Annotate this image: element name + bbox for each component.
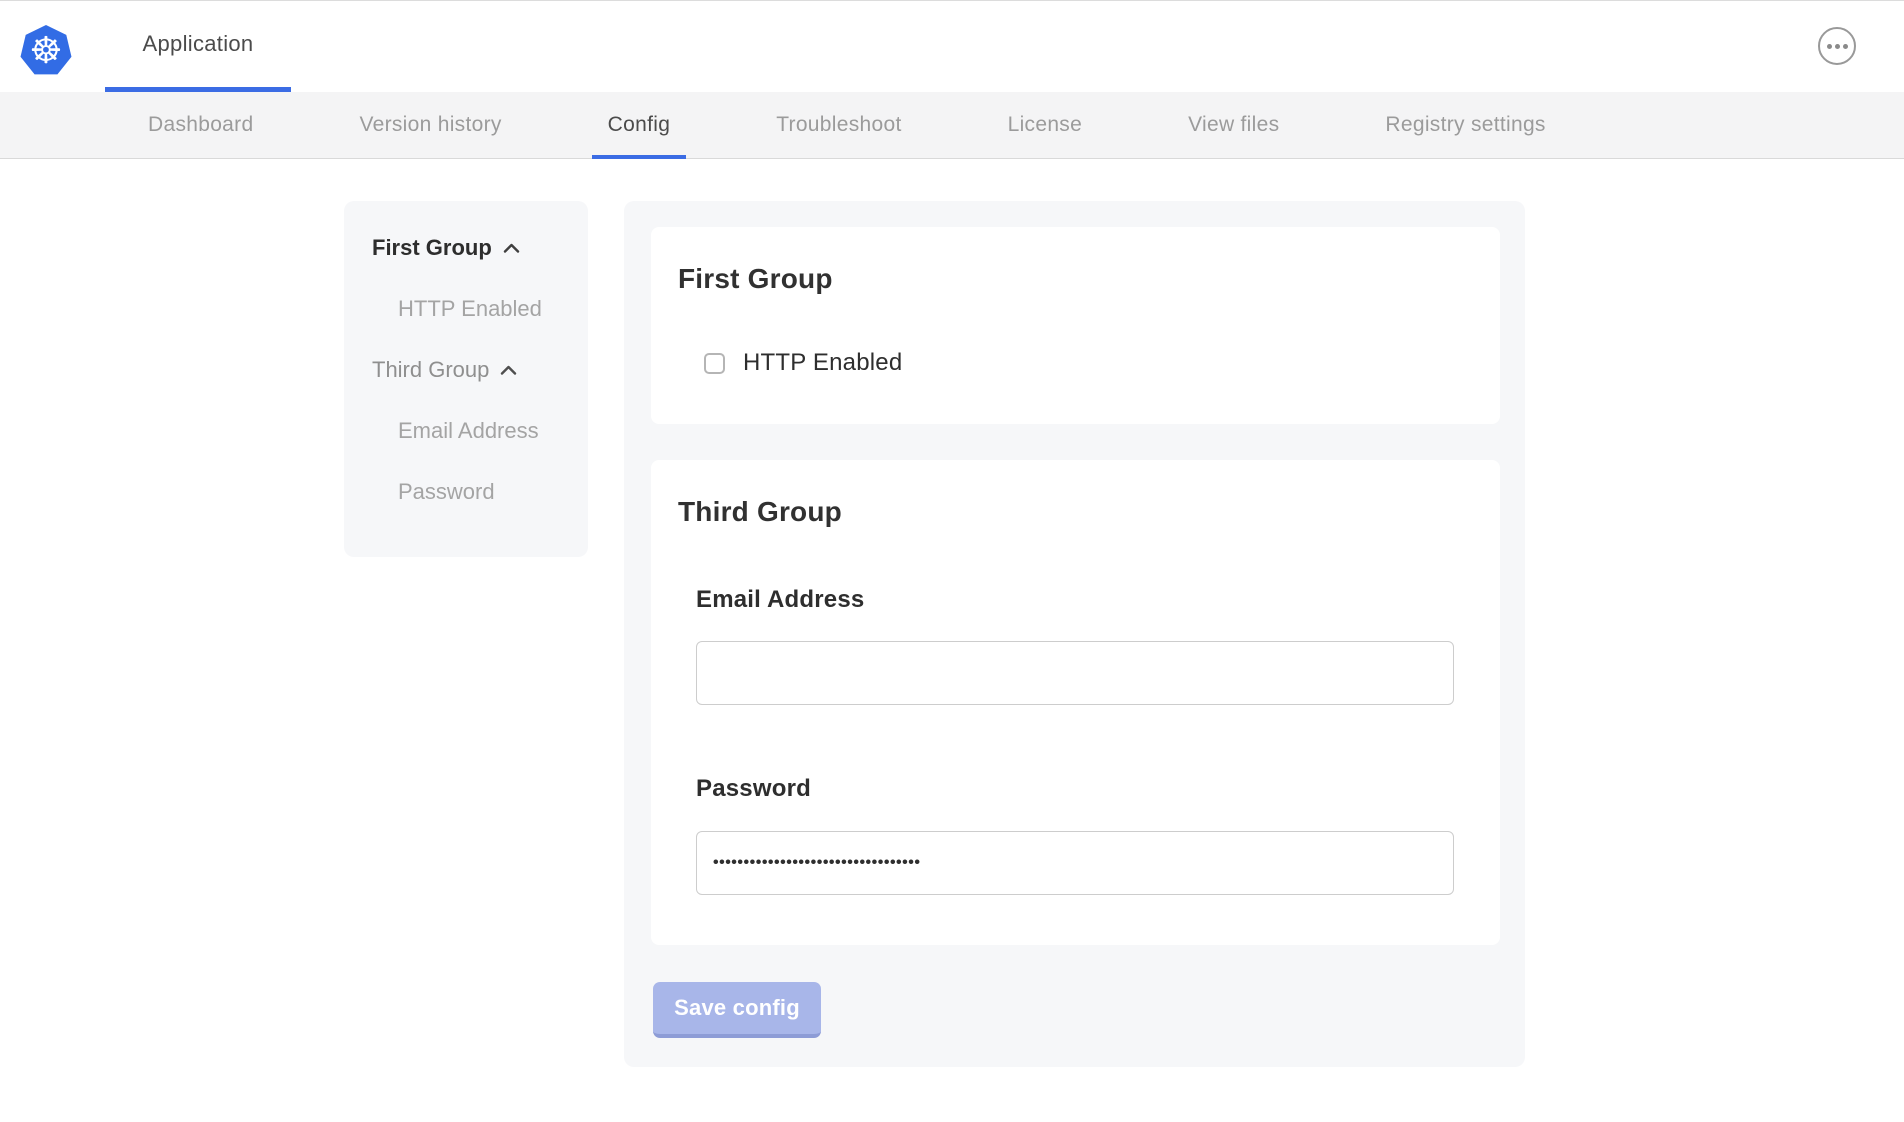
- http-enabled-checkbox[interactable]: [704, 353, 725, 374]
- sidebar-item-label: HTTP Enabled: [398, 296, 542, 322]
- sidebar-item-http-enabled[interactable]: HTTP Enabled: [344, 292, 588, 326]
- http-enabled-field: HTTP Enabled: [704, 349, 902, 377]
- app-tab-label: Application: [143, 31, 254, 57]
- sidebar-item-email-address[interactable]: Email Address: [344, 414, 588, 448]
- tab-application[interactable]: Application: [105, 1, 291, 87]
- config-panel: First Group HTTP Enabled Third Group Ema…: [624, 201, 1525, 1067]
- nav-item-license[interactable]: License: [1008, 92, 1082, 158]
- email-address-input[interactable]: [696, 641, 1454, 705]
- chevron-up-icon: [503, 243, 520, 253]
- sidebar-item-label: Password: [398, 479, 495, 505]
- chevron-up-icon: [500, 365, 517, 375]
- config-groups-sidebar: First Group HTTP Enabled Third Group Ema…: [344, 201, 588, 557]
- kubernetes-logo-icon: ☸: [20, 25, 72, 77]
- nav-item-version-history[interactable]: Version history: [359, 92, 501, 158]
- helm-wheel-icon: ☸: [29, 32, 62, 69]
- app-header: ☸ Application: [0, 1, 1904, 92]
- save-config-button[interactable]: Save config: [653, 982, 821, 1038]
- ellipsis-icon: [1843, 44, 1848, 49]
- email-address-label: Email Address: [696, 586, 864, 614]
- sidebar-group-label: Third Group: [372, 357, 489, 383]
- checkbox-label[interactable]: HTTP Enabled: [743, 349, 902, 377]
- sidebar-group-third-group[interactable]: Third Group: [344, 353, 588, 387]
- sidebar-group-first-group[interactable]: First Group: [344, 231, 588, 265]
- sidebar-item-password[interactable]: Password: [344, 475, 588, 509]
- ellipsis-icon: [1835, 44, 1840, 49]
- overflow-menu-button[interactable]: [1818, 27, 1856, 65]
- password-input[interactable]: [696, 831, 1454, 895]
- config-card-first-group: First Group HTTP Enabled: [651, 227, 1500, 424]
- nav-item-registry-settings[interactable]: Registry settings: [1385, 92, 1545, 158]
- nav-item-troubleshoot[interactable]: Troubleshoot: [776, 92, 901, 158]
- password-label: Password: [696, 775, 811, 803]
- nav-item-view-files[interactable]: View files: [1188, 92, 1279, 158]
- nav-item-config[interactable]: Config: [608, 92, 671, 158]
- nav-item-dashboard[interactable]: Dashboard: [148, 92, 253, 158]
- sidebar-group-label: First Group: [372, 235, 492, 261]
- sidebar-item-label: Email Address: [398, 418, 539, 444]
- group-title: First Group: [678, 263, 833, 295]
- config-card-third-group: Third Group Email Address Password: [651, 460, 1500, 945]
- group-title: Third Group: [678, 496, 842, 528]
- app-subnav: Dashboard Version history Config Trouble…: [0, 92, 1904, 159]
- ellipsis-icon: [1827, 44, 1832, 49]
